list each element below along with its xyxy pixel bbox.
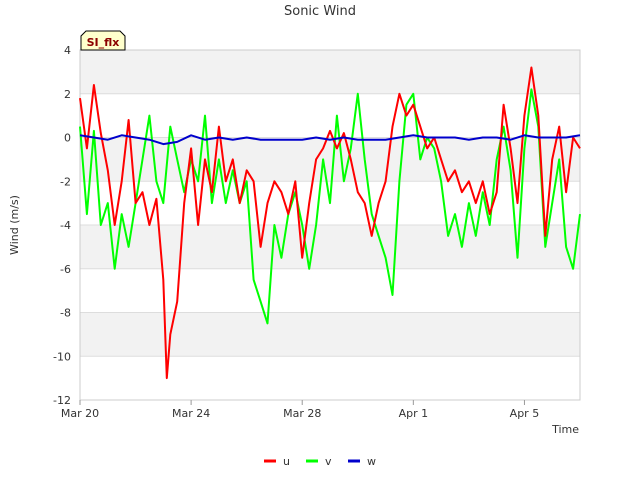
- legend-label-u: u: [283, 455, 290, 468]
- y-tick-label: -4: [60, 219, 71, 232]
- x-tick-label: Mar 24: [172, 407, 210, 420]
- background-band: [80, 268, 580, 313]
- legend: u v w: [264, 455, 376, 468]
- x-axis-ticks: Mar 20 Mar 24 Mar 28 Apr 1 Apr 5: [61, 400, 539, 420]
- x-tick-label: Mar 20: [61, 407, 99, 420]
- y-tick-label: -10: [53, 350, 71, 363]
- y-tick-label: -8: [60, 307, 71, 320]
- badge-label: SI_flx: [87, 36, 120, 49]
- x-axis-label: Time: [551, 423, 579, 436]
- y-axis-ticks: 4 2 0 -2 -4 -6 -8 -10 -12: [53, 44, 71, 407]
- y-axis-label: Wind (m/s): [8, 195, 21, 255]
- sonic-wind-chart: Sonic Wind 420-2-4-6-8-10-12 Mar 20 Mar 2…: [8, 4, 581, 468]
- background-band: [80, 225, 580, 269]
- x-tick-label: Apr 5: [510, 407, 540, 420]
- x-tick-label: Apr 1: [399, 407, 429, 420]
- legend-label-v: v: [325, 455, 332, 468]
- y-tick-label: 0: [64, 132, 71, 145]
- y-tick-label: -2: [60, 175, 71, 188]
- x-tick-label: Mar 28: [283, 407, 321, 420]
- legend-label-w: w: [367, 455, 376, 468]
- background-band: [80, 356, 580, 400]
- chart-title: Sonic Wind: [284, 4, 356, 19]
- y-tick-label: 4: [64, 44, 71, 57]
- background-band: [80, 312, 580, 357]
- y-tick-label: -6: [60, 263, 71, 276]
- y-tick-label: 2: [64, 88, 71, 101]
- y-tick-label: -12: [53, 394, 71, 407]
- background-band: [80, 50, 580, 94]
- badge: SI_flx: [80, 30, 126, 51]
